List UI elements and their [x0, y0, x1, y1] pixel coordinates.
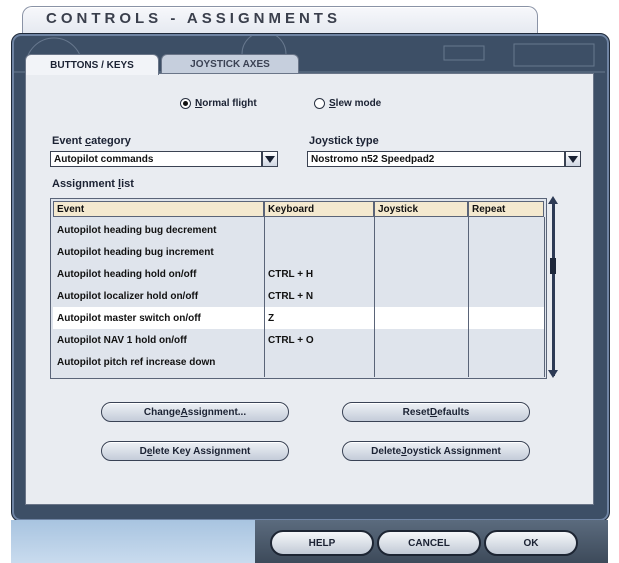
- cell-event: Autopilot heading bug decrement: [57, 224, 217, 236]
- radio-selected-indicator: [180, 98, 191, 109]
- cell-event: Autopilot master switch on/off: [57, 312, 201, 324]
- cancel-button[interactable]: CANCEL: [377, 530, 481, 556]
- column-header-event[interactable]: Event: [53, 201, 264, 217]
- table-row[interactable]: Autopilot heading bug increment: [53, 241, 544, 263]
- column-header-keyboard[interactable]: Keyboard: [264, 201, 374, 217]
- radio-slew-mode[interactable]: Slew mode: [314, 98, 381, 109]
- cell-keyboard: Z: [268, 312, 275, 324]
- change-assignment-button[interactable]: Change Assignment...: [101, 402, 289, 422]
- table-row[interactable]: Autopilot heading bug decrement: [53, 219, 544, 241]
- reset-defaults-button[interactable]: Reset Defaults: [342, 402, 530, 422]
- column-divider: [264, 217, 265, 377]
- cell-event: Autopilot heading bug increment: [57, 246, 214, 258]
- table-row-selected[interactable]: Autopilot master switch on/off Z: [53, 307, 544, 329]
- column-divider: [374, 217, 375, 377]
- chevron-down-icon: [265, 155, 275, 163]
- help-button[interactable]: HELP: [270, 530, 374, 556]
- scrollbar-track[interactable]: [552, 201, 555, 376]
- radio-normal-label: Normal flight: [195, 98, 257, 109]
- window-title: CONTROLS - ASSIGNMENTS: [46, 10, 341, 27]
- cell-event: Autopilot NAV 1 hold on/off: [57, 334, 187, 346]
- assignment-list-label: Assignment list: [52, 178, 134, 190]
- radio-unselected-indicator: [314, 98, 325, 109]
- cell-keyboard: CTRL + O: [268, 334, 314, 346]
- cell-event: Autopilot pitch ref increase down: [57, 356, 216, 368]
- column-header-joystick[interactable]: Joystick: [374, 201, 468, 217]
- cell-joystick: [374, 329, 468, 351]
- ok-button[interactable]: OK: [484, 530, 578, 556]
- cell-event: Autopilot localizer hold on/off: [57, 290, 199, 302]
- cell-joystick: [374, 351, 468, 373]
- table-row[interactable]: Autopilot heading hold on/off CTRL + H: [53, 263, 544, 285]
- column-divider: [544, 217, 545, 377]
- scroll-up-arrow-icon[interactable]: [548, 196, 558, 204]
- table-header: Event Keyboard Joystick Repeat: [53, 201, 544, 217]
- cell-keyboard: [264, 351, 374, 373]
- column-header-repeat[interactable]: Repeat: [468, 201, 544, 217]
- chevron-down-icon: [568, 155, 578, 163]
- cell-joystick: [374, 219, 468, 241]
- event-category-select[interactable]: Autopilot commands: [50, 151, 262, 167]
- cell-joystick: [374, 263, 468, 285]
- cell-joystick: [374, 241, 468, 263]
- delete-joystick-assignment-button[interactable]: Delete Joystick Assignment: [342, 441, 530, 461]
- scrollbar-thumb[interactable]: [550, 258, 556, 274]
- cell-keyboard: CTRL + N: [268, 290, 314, 302]
- cell-event: Autopilot heading hold on/off: [57, 268, 197, 280]
- cell-keyboard: CTRL + H: [268, 268, 314, 280]
- cell-keyboard: [264, 219, 374, 241]
- radio-normal-flight[interactable]: Normal flight: [180, 98, 257, 109]
- cell-joystick: [374, 285, 468, 307]
- cell-repeat: [468, 329, 544, 351]
- scroll-down-arrow-icon[interactable]: [548, 370, 558, 378]
- tab-joystick-axes[interactable]: JOYSTICK AXES: [161, 54, 299, 74]
- table-row[interactable]: Autopilot pitch ref increase down: [53, 351, 544, 373]
- event-category-label: Event category: [52, 135, 131, 147]
- delete-key-assignment-button[interactable]: De lete Key Assignment: [101, 441, 289, 461]
- tab-buttons-keys[interactable]: BUTTONS / KEYS: [25, 54, 159, 75]
- joystick-type-label: Joystick type: [309, 135, 379, 147]
- radio-slew-label: Slew mode: [329, 98, 382, 109]
- cell-repeat: [468, 219, 544, 241]
- cell-repeat: [468, 263, 544, 285]
- table-row[interactable]: Autopilot localizer hold on/off CTRL + N: [53, 285, 544, 307]
- joystick-type-dropdown-button[interactable]: [565, 151, 581, 167]
- column-divider: [468, 217, 469, 377]
- cell-joystick: [374, 307, 468, 329]
- joystick-type-select[interactable]: Nostromo n52 Speedpad2: [307, 151, 565, 167]
- cell-repeat: [468, 351, 544, 373]
- table-row[interactable]: Autopilot NAV 1 hold on/off CTRL + O: [53, 329, 544, 351]
- cell-repeat: [468, 307, 544, 329]
- event-category-dropdown-button[interactable]: [262, 151, 278, 167]
- cell-keyboard: [264, 241, 374, 263]
- cell-repeat: [468, 285, 544, 307]
- cell-repeat: [468, 241, 544, 263]
